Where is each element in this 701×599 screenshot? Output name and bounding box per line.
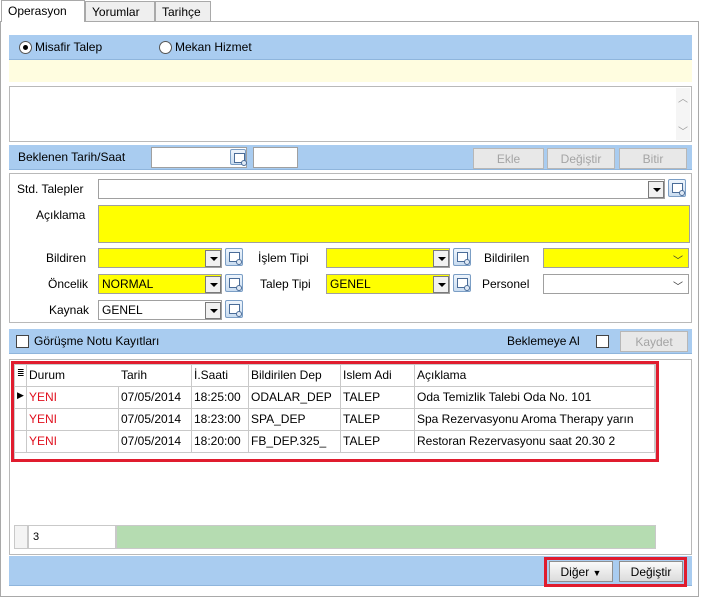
radio-label: Mekan Hizmet xyxy=(175,40,252,54)
std-talepler-select[interactable] xyxy=(98,179,665,199)
kaydet-button[interactable]: Kaydet xyxy=(620,331,688,352)
chevron-down-icon[interactable] xyxy=(205,276,221,293)
std-talepler-label: Std. Talepler xyxy=(17,182,84,196)
aciklama-input[interactable] xyxy=(98,205,690,243)
ekle-button[interactable]: Ekle xyxy=(473,148,544,169)
talep-tipi-select[interactable]: GENEL xyxy=(326,274,450,294)
expected-date-label: Beklenen Tarih/Saat xyxy=(18,150,126,164)
aciklama-label: Açıklama xyxy=(36,208,86,222)
info-strip xyxy=(9,60,692,82)
expected-time-input[interactable] xyxy=(253,147,298,168)
chevron-down-icon[interactable]: ﹀ xyxy=(673,252,683,267)
row-count: 3 xyxy=(28,525,116,549)
radio-label: Misafir Talep xyxy=(35,40,103,54)
islem-tipi-select[interactable] xyxy=(326,248,450,268)
oncelik-label: Öncelik xyxy=(48,277,89,291)
chevron-down-icon[interactable] xyxy=(433,250,449,267)
bildiren-select[interactable] xyxy=(98,248,222,268)
kaynak-select[interactable]: GENEL xyxy=(98,300,222,320)
oncelik-select[interactable]: NORMAL xyxy=(98,274,222,294)
bitir-button[interactable]: Bitir xyxy=(619,148,687,169)
chevron-down-icon[interactable] xyxy=(205,302,221,319)
chevron-down-icon[interactable] xyxy=(433,276,449,293)
bildiren-label: Bildiren xyxy=(46,251,87,265)
lookup-icon[interactable] xyxy=(225,300,243,318)
kaynak-label: Kaynak xyxy=(49,303,90,317)
personel-label: Personel xyxy=(482,277,530,291)
footer-spacer xyxy=(14,525,28,549)
expected-date-bar: Beklenen Tarih/Saat Ekle Değiştir Bitir xyxy=(9,145,692,170)
bottom-buttons-highlight-box xyxy=(544,557,687,587)
gorusme-notu-checkbox[interactable] xyxy=(16,335,29,348)
notes-bar: Görüşme Notu Kayıtları Beklemeye Al Kayd… xyxy=(9,329,692,354)
radio-misafir-talep[interactable]: Misafir Talep xyxy=(19,40,102,54)
radio-unselected-icon xyxy=(159,40,172,54)
beklemeye-al-checkbox[interactable] xyxy=(596,335,609,348)
talep-tipi-label: Talep Tipi xyxy=(260,277,311,291)
grid-highlight-box xyxy=(11,361,659,462)
tab-strip: Operasyon Yorumlar Tarihçe xyxy=(0,0,701,22)
personel-select[interactable]: ﹀ xyxy=(543,274,689,294)
scroll-down-icon[interactable]: ﹀ xyxy=(678,123,688,138)
islem-tipi-label: İşlem Tipi xyxy=(258,251,309,265)
chevron-down-icon[interactable] xyxy=(648,181,664,198)
tab-operasyon[interactable]: Operasyon xyxy=(1,0,85,22)
request-text-area[interactable]: ︿ ﹀ xyxy=(9,86,692,142)
calendar-icon[interactable] xyxy=(230,149,247,166)
vertical-scrollbar[interactable]: ︿ ﹀ xyxy=(676,88,690,140)
lookup-icon[interactable] xyxy=(668,179,686,197)
beklemeye-al-label: Beklemeye Al xyxy=(507,334,580,348)
lookup-icon[interactable] xyxy=(225,274,243,292)
tab-tarihce[interactable]: Tarihçe xyxy=(155,1,211,22)
radio-selected-icon xyxy=(19,40,32,54)
bildirilen-select[interactable]: ﹀ xyxy=(543,248,689,268)
footer-summary xyxy=(116,525,656,549)
gorusme-notu-label: Görüşme Notu Kayıtları xyxy=(34,334,160,348)
tab-yorumlar[interactable]: Yorumlar xyxy=(85,1,155,22)
lookup-icon[interactable] xyxy=(453,248,471,266)
chevron-down-icon[interactable] xyxy=(205,250,221,267)
chevron-down-icon[interactable]: ﹀ xyxy=(673,278,683,293)
radio-mekan-hizmet[interactable]: Mekan Hizmet xyxy=(159,40,252,54)
request-type-bar: Misafir Talep Mekan Hizmet xyxy=(9,35,692,60)
degistir-button[interactable]: Değiştir xyxy=(547,148,615,169)
lookup-icon[interactable] xyxy=(225,248,243,266)
scroll-up-icon[interactable]: ︿ xyxy=(678,90,688,105)
bildirilen-label: Bildirilen xyxy=(484,251,530,265)
lookup-icon[interactable] xyxy=(453,274,471,292)
